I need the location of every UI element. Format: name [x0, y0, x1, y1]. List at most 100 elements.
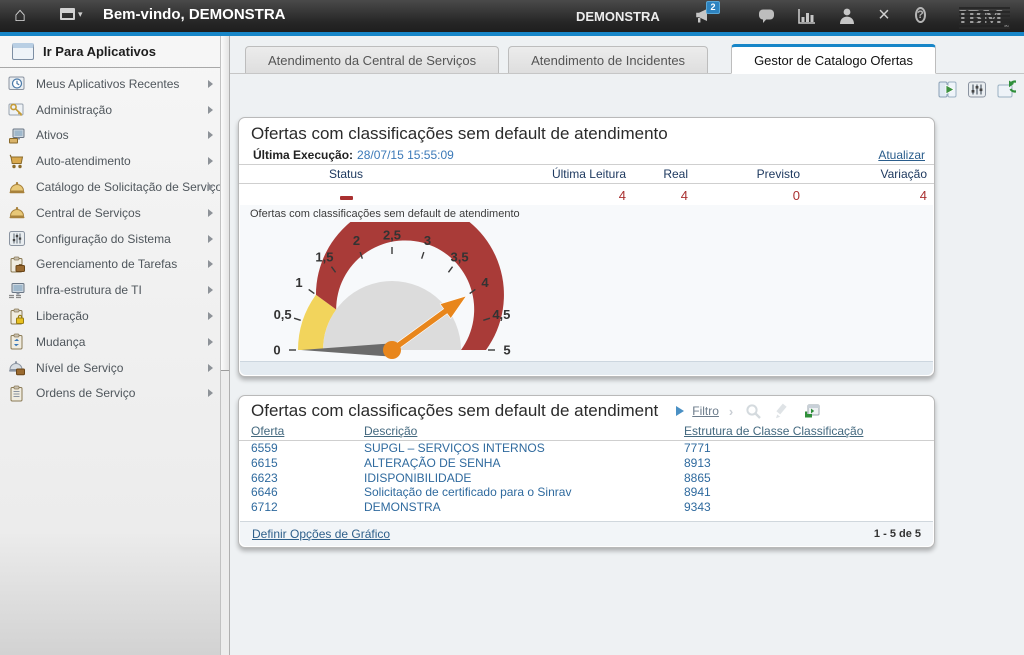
tab-bar: Atendimento da Central de Serviços Atendi… [230, 45, 1024, 74]
table-cell: DEMONSTRA [364, 500, 684, 515]
sidebar-item[interactable]: Ativos [0, 123, 229, 149]
assets-icon [8, 127, 26, 144]
table-cell: 8865 [684, 471, 922, 486]
table-cell: 6559 [251, 441, 364, 456]
home-icon[interactable]: ⌂ [14, 5, 26, 25]
sidebar-item[interactable]: Mudança [0, 329, 229, 355]
sidebar-item-label: Liberação [36, 309, 89, 323]
reports-chart-icon[interactable] [797, 7, 817, 25]
kpi-value-row: 4404 [239, 184, 934, 206]
chart-options-link[interactable]: Definir Opções de Gráfico [252, 527, 390, 541]
sidebar-item[interactable]: Infra-estrutura de TI [0, 277, 229, 303]
sidebar-item[interactable]: Gerenciamento de Tarefas [0, 252, 229, 278]
sidebar-item[interactable]: Meus Aplicativos Recentes [0, 71, 229, 97]
chevron-right-icon [208, 183, 213, 191]
table-column-header[interactable]: Descrição [364, 424, 684, 438]
clipboard-lock-icon [8, 308, 26, 325]
sidebar-item-label: Gerenciamento de Tarefas [36, 257, 177, 271]
sidebar-scrollbar-thumb[interactable] [221, 36, 229, 371]
ibm-logo: IBM® [959, 5, 1010, 30]
sidebar-header-label: Ir Para Aplicativos [43, 44, 156, 59]
apps-menu-icon[interactable]: ▾ [60, 8, 83, 20]
offers-panel-title: Ofertas com classificações sem default d… [251, 401, 658, 421]
sidebar-item-label: Nível de Serviço [36, 361, 123, 375]
refresh-icon[interactable] [996, 80, 1016, 99]
run-reports-icon[interactable] [938, 80, 958, 99]
announcements-icon[interactable]: 2 [694, 7, 714, 25]
chevron-right-icon [208, 106, 213, 114]
logout-close-icon[interactable]: × [874, 7, 894, 25]
chat-icon[interactable] [757, 7, 777, 25]
help-icon[interactable]: ? [915, 7, 935, 25]
tab[interactable]: Atendimento da Central de Serviços [245, 46, 499, 73]
notification-badge: 2 [706, 1, 720, 14]
edit-pencil-icon[interactable] [774, 403, 791, 419]
kpi-value: 4 [626, 188, 688, 203]
kpi-value: 0 [688, 188, 800, 203]
ibm-logo-stripes [959, 5, 1010, 30]
sidebar-item-label: Auto-atendimento [36, 154, 131, 168]
sidebar-item-label: Central de Serviços [36, 206, 141, 220]
gauge-caption: Ofertas com classificações sem default d… [240, 205, 933, 220]
svg-text:2: 2 [353, 233, 360, 248]
gauge-panel-footer [240, 361, 933, 375]
table-column-header[interactable]: Oferta [251, 424, 364, 438]
tab[interactable]: Atendimento de Incidentes [508, 46, 708, 73]
tab[interactable]: Gestor de Catalogo Ofertas [731, 44, 936, 74]
chevron-right-icon [208, 286, 213, 294]
kpi-column-header: Real [626, 167, 688, 181]
offers-table-body: 6559SUPGL – SERVIÇOS INTERNOS77716615ALT… [239, 441, 934, 515]
last-execution-value: 28/07/15 15:55:09 [357, 148, 454, 162]
sidebar-item-label: Ativos [36, 128, 69, 142]
kpi-header-row: StatusÚltima LeituraRealPrevistoVariação [239, 165, 934, 184]
table-cell: 7771 [684, 441, 922, 456]
display-settings-icon[interactable] [967, 80, 987, 99]
last-execution-label: Última Execução: [253, 148, 353, 162]
sidebar-item-label: Ordens de Serviço [36, 386, 135, 400]
table-row[interactable]: 6559SUPGL – SERVIÇOS INTERNOS7771 [239, 441, 934, 456]
table-cell: 6712 [251, 500, 364, 515]
table-column-header[interactable]: Estrutura de Classe Classificação [684, 424, 922, 438]
chevron-right-icon [208, 338, 213, 346]
table-cell: ALTERAÇÃO DE SENHA [364, 456, 684, 471]
table-row[interactable]: 6623IDISPONIBILIDADE8865 [239, 471, 934, 486]
service-bell-icon [8, 179, 26, 196]
sidebar-item[interactable]: Configuração do Sistema [0, 226, 229, 252]
gauge-panel-title: Ofertas com classificações sem default d… [239, 118, 934, 146]
status-indicator [251, 188, 441, 203]
svg-text:3,5: 3,5 [451, 249, 469, 264]
sidebar-item[interactable]: Central de Serviços [0, 200, 229, 226]
svg-text:2,5: 2,5 [383, 228, 401, 243]
kpi-column-header: Previsto [688, 167, 800, 181]
clipboard-case-icon [8, 256, 26, 273]
atualizar-link[interactable]: Atualizar [878, 148, 925, 162]
sidebar-item[interactable]: Administração [0, 97, 229, 123]
sidebar-item[interactable]: Auto-atendimento [0, 148, 229, 174]
main-content: Atendimento da Central de Serviços Atendi… [230, 36, 1024, 655]
filter-expand-icon[interactable] [676, 406, 684, 416]
filter-link[interactable]: Filtro [692, 404, 719, 418]
clipboard-icon [8, 385, 26, 402]
kpi-column-header: Última Leitura [441, 167, 626, 181]
svg-text:4: 4 [481, 275, 489, 290]
chevron-down-icon: ▾ [78, 9, 83, 20]
open-new-window-icon[interactable] [803, 403, 820, 419]
cart-icon [8, 153, 26, 170]
table-cell: 6623 [251, 471, 364, 486]
sidebar-item[interactable]: Catálogo de Solicitação de Serviço [0, 174, 229, 200]
bell-case-icon [8, 359, 26, 376]
table-row[interactable]: 6615ALTERAÇÃO DE SENHA8913 [239, 456, 934, 471]
table-row[interactable]: 6712DEMONSTRA9343 [239, 500, 934, 515]
sidebar-item[interactable]: Ordens de Serviço [0, 381, 229, 407]
screen: ⌂ ▾ Bem-vindo, DEMONSTRA DEMONSTRA 2 [0, 0, 1024, 655]
sliders-icon [8, 230, 26, 247]
search-icon[interactable] [745, 403, 762, 419]
table-cell: IDISPONIBILIDADE [364, 471, 684, 486]
pagination-label: 1 - 5 de 5 [874, 528, 921, 540]
sidebar-item[interactable]: Liberação [0, 303, 229, 329]
sidebar-scrollbar[interactable] [220, 36, 229, 655]
key-icon [8, 101, 26, 118]
table-row[interactable]: 6646Solicitação de certificado para o Si… [239, 485, 934, 500]
sidebar-item[interactable]: Nível de Serviço [0, 355, 229, 381]
profile-icon[interactable] [837, 7, 857, 25]
